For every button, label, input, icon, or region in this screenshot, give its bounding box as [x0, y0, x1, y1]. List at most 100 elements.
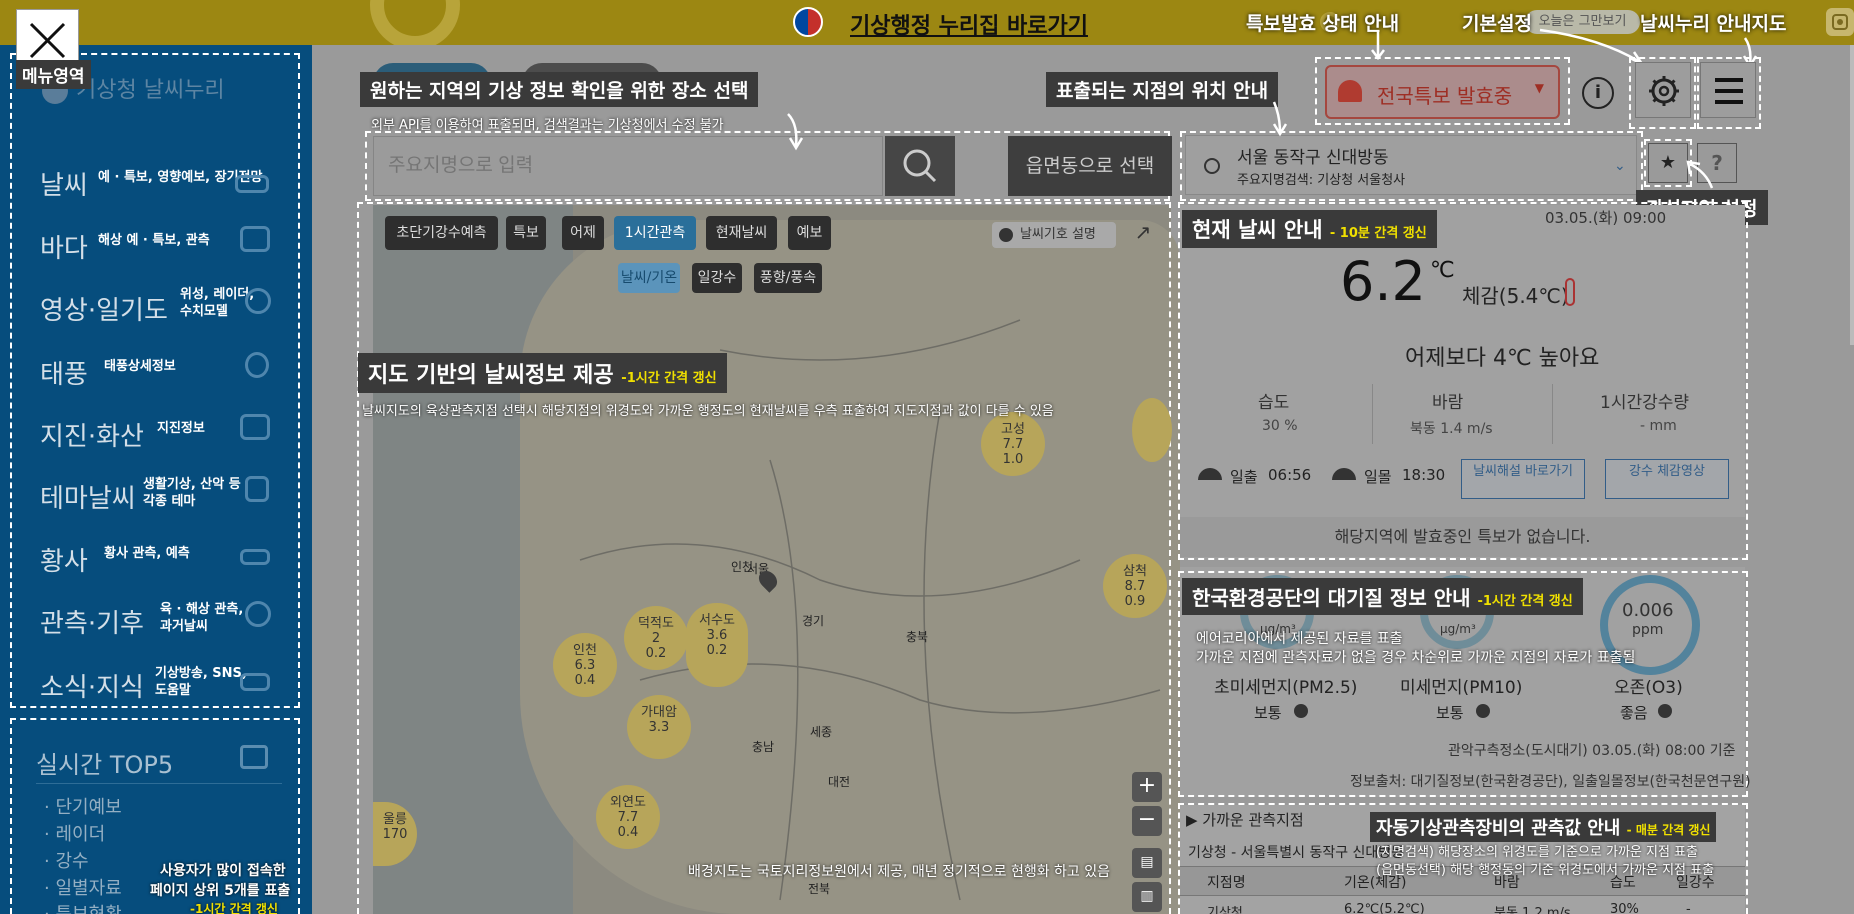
- korea-emblem-icon: [793, 7, 823, 37]
- sidebar-item-desc: 태풍상세정보: [104, 359, 176, 374]
- map-tab[interactable]: 초단기강수예측: [385, 216, 498, 250]
- sidebar-item-weather[interactable]: 날씨 예 · 특보, 영향예보, 장기전망: [40, 165, 280, 225]
- sidebar-item-imagery[interactable]: 영상·일기도 위성, 레이더, 수치모델: [40, 287, 280, 350]
- pm10-unit: μg/m³: [1440, 622, 1476, 636]
- station-pin[interactable]: 인천 6.3 0.4: [553, 633, 617, 697]
- sidebar-item-desc: 육 · 해상 관측, 과거날씨: [160, 602, 244, 634]
- feels-like: 체감(5.4℃): [1462, 284, 1569, 308]
- settings-button[interactable]: [1635, 62, 1691, 118]
- chevron-down-icon[interactable]: ⌄: [1614, 158, 1626, 174]
- info-button[interactable]: i: [1582, 77, 1614, 109]
- dust-icon: [240, 549, 270, 565]
- emd-select-button[interactable]: 읍면동으로 선택: [1008, 136, 1172, 196]
- admin-site-link[interactable]: 기상행정 누리집 바로가기: [850, 8, 1088, 40]
- external-link-icon[interactable]: ↗: [1128, 220, 1158, 250]
- video-icon: [240, 673, 270, 691]
- station-temp: 8.7: [1124, 579, 1146, 594]
- rain-video-button[interactable]: 강수 체감영상: [1605, 459, 1729, 499]
- annotation-top5-tag: -1시간 간격 갱신: [190, 902, 278, 914]
- help-icon[interactable]: [1294, 704, 1308, 718]
- divider: [1372, 384, 1373, 444]
- table-cell: -: [1686, 902, 1691, 914]
- pm25-state: 보통: [1254, 704, 1282, 722]
- station-pin[interactable]: 삼척 8.7 0.9: [1103, 554, 1167, 618]
- station-name: 인천: [573, 643, 597, 658]
- caret-down-icon: ▼: [1534, 81, 1544, 95]
- annotation-air-note2: 가까운 지점에 관측자료가 없을 경우 차순위로 가까운 지점의 자료가 표출됨: [1196, 650, 1636, 666]
- sunrise-time: 06:56: [1268, 466, 1312, 484]
- station-pin[interactable]: 덕적도 2 0.2: [624, 606, 688, 670]
- o3-label: 오존(O3): [1614, 678, 1683, 698]
- top5-item[interactable]: · 특보현황: [44, 900, 122, 914]
- search-button[interactable]: [885, 136, 955, 196]
- current-temperature: 6.2: [1340, 250, 1426, 313]
- location-sub: 주요지명검색: 기상청 서울청사: [1237, 173, 1406, 188]
- map-tab[interactable]: 예보: [788, 216, 831, 250]
- yesterday-compare: 어제보다 4℃ 높아요: [1405, 346, 1600, 371]
- annotation-aws-note2: (읍면동선택) 해당 행정동의 기준 위경도에서 가까운 지점 표출: [1376, 863, 1715, 878]
- map-label: 충북: [906, 630, 929, 644]
- obs-subtitle: 기상청 - 서울특별시 동작구 신대방동: [1188, 845, 1405, 861]
- annotation-aws-note1: (지명검색) 해당장소의 위경도를 기준으로 가까운 지점 표출: [1376, 845, 1698, 860]
- top5-item[interactable]: · 단기예보: [44, 793, 122, 819]
- o3-state: 좋음: [1620, 704, 1648, 722]
- annotation-top5-note2: 페이지 상위 5개를 표출: [150, 883, 291, 899]
- data-source: 정보출처: 대기질정보(한국환경공단), 일출일몰정보(한국천문연구원): [1350, 774, 1751, 790]
- sidebar-item-theme[interactable]: 테마날씨 생활기상, 산악 등 각종 테마: [40, 476, 280, 538]
- sidebar-item-dust[interactable]: 황사 황사 관측, 예측: [40, 541, 280, 601]
- station-pin[interactable]: 서수도 3.6 0.2: [686, 603, 748, 687]
- sidebar-item-typhoon[interactable]: 태풍 태풍상세정보: [40, 352, 280, 414]
- map-options-button[interactable]: ▥: [1132, 882, 1162, 912]
- annotation-tag: - 10분 간격 갱신: [1329, 226, 1427, 241]
- map-tab[interactable]: 특보: [506, 216, 546, 250]
- sidebar-item-sea[interactable]: 바다 해상 예 · 특보, 관측: [40, 226, 280, 288]
- zoom-out-button[interactable]: −: [1132, 806, 1162, 836]
- station-pin[interactable]: [1132, 398, 1172, 462]
- map-tab-active[interactable]: 1시간관측: [614, 216, 696, 250]
- annotation-tag: -1시간 간격 갱신: [1477, 594, 1573, 609]
- site-logo[interactable]: 기상청 날씨누리: [76, 72, 225, 104]
- top5-item[interactable]: · 레이더: [44, 820, 105, 846]
- station-wind: 0.4: [617, 825, 639, 840]
- map-tab[interactable]: 현재날씨: [706, 216, 777, 250]
- divider: [1552, 384, 1553, 444]
- annotation-place-select: 원하는 지역의 기상 정보 확인을 위한 장소 선택: [360, 72, 759, 107]
- station-pin[interactable]: 고성 7.7 1.0: [981, 412, 1045, 476]
- table-cell: 30%: [1610, 902, 1639, 914]
- map-subtab[interactable]: 일강수: [692, 263, 742, 293]
- hamburger-menu-button[interactable]: [1700, 62, 1756, 118]
- sidebar-item-desc: 기상방송, SNS, 도움말: [155, 666, 247, 698]
- help-icon[interactable]: [1658, 704, 1672, 718]
- scrollbar[interactable]: [1850, 45, 1854, 345]
- zoom-in-button[interactable]: +: [1132, 772, 1162, 802]
- station-temp: 3.6: [706, 628, 728, 643]
- target-icon: [1204, 158, 1220, 174]
- sidebar-item-desc: 황사 관측, 예측: [104, 546, 190, 561]
- sidebar-item-observe[interactable]: 관측·기후 육 · 해상 관측, 과거날씨: [40, 601, 280, 663]
- map-tab[interactable]: 어제: [562, 216, 604, 250]
- annotation-arrow: [1686, 160, 1714, 189]
- top5-title: 실시간 TOP5: [36, 751, 174, 779]
- station-wind: 0.2: [645, 646, 667, 661]
- station-temp: 2: [651, 631, 661, 646]
- map-subtab-active[interactable]: 날씨/기온: [618, 263, 680, 293]
- help-icon[interactable]: [1476, 704, 1490, 718]
- map-outline: [357, 202, 1171, 914]
- top5-item[interactable]: · 일별자료: [44, 874, 122, 900]
- sidebar-item-desc: 생활기상, 산악 등 각종 테마: [143, 477, 241, 509]
- weather-commentary-button[interactable]: 날씨해설 바로가기: [1461, 459, 1585, 499]
- annotation-basemap-note: 배경지도는 국토지리정보원에서 제공, 매년 정기적으로 현행화 하고 있음: [688, 864, 1110, 880]
- no-alert-message: 해당지역에 발효중인 특보가 없습니다.: [1180, 517, 1745, 557]
- sidebar-item-earthquake[interactable]: 지진·화산 지진정보: [40, 414, 280, 476]
- annotation-current-weather: 현재 날씨 안내 - 10분 간격 갱신: [1182, 210, 1437, 248]
- station-name: 울릉170: [382, 812, 408, 842]
- map-subtab[interactable]: 풍향/풍속: [754, 263, 822, 293]
- wave-icon: [240, 226, 270, 252]
- annotation-location-guide: 표출되는 지점의 위치 안내: [1046, 72, 1279, 107]
- alert-label: 전국특보 발효중: [1377, 84, 1513, 108]
- station-pin[interactable]: 외연도 7.7 0.4: [596, 785, 660, 849]
- layers-button[interactable]: ▤: [1132, 848, 1162, 878]
- top5-item[interactable]: · 강수: [44, 847, 89, 873]
- screenshot-icon[interactable]: [1826, 8, 1854, 36]
- station-pin[interactable]: 가대암 3.3: [627, 695, 691, 759]
